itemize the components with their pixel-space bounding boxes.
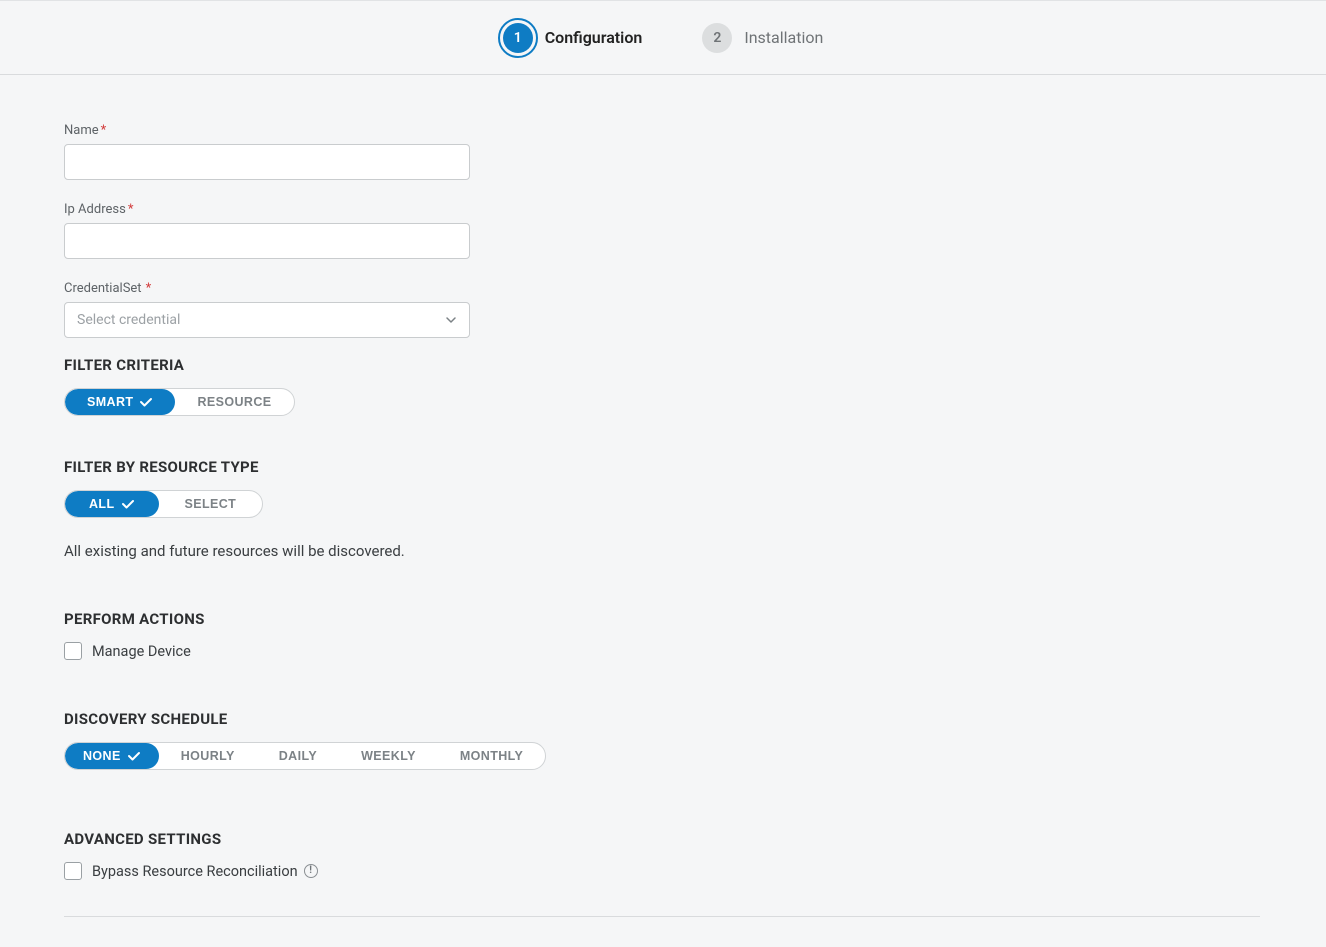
step-2-circle: 2 [702, 23, 732, 53]
manage-device-label: Manage Device [92, 643, 191, 660]
filter-criteria-smart[interactable]: SMART [65, 389, 175, 415]
step-1-circle: 1 [503, 23, 533, 53]
advanced-settings-heading: ADVANCED SETTINGS [64, 830, 1260, 848]
discovery-schedule-toggle: NONE HOURLY DAILY WEEKLY MONTHLY [64, 742, 546, 770]
wizard-stepper: 1 Configuration 2 Installation [0, 1, 1326, 75]
filter-criteria-resource[interactable]: RESOURCE [175, 389, 293, 415]
step-installation[interactable]: 2 Installation [702, 23, 823, 53]
step-1-label: Configuration [545, 28, 643, 47]
filter-resource-type-toggle: ALL SELECT [64, 490, 263, 518]
chevron-down-icon [445, 314, 457, 326]
check-icon [139, 395, 153, 409]
step-2-label: Installation [744, 28, 823, 47]
filter-criteria-toggle: SMART RESOURCE [64, 388, 295, 416]
check-icon [121, 497, 135, 511]
filter-resource-type-all[interactable]: ALL [65, 491, 159, 517]
discovery-schedule-heading: DISCOVERY SCHEDULE [64, 710, 1260, 728]
credentialset-placeholder: Select credential [77, 312, 180, 328]
discovery-schedule-daily[interactable]: DAILY [257, 743, 339, 769]
filter-criteria-heading: FILTER CRITERIA [64, 356, 1260, 374]
perform-actions-heading: PERFORM ACTIONS [64, 610, 1260, 628]
name-label: Name* [64, 123, 1260, 138]
manage-device-checkbox[interactable] [64, 642, 82, 660]
filter-resource-type-hint: All existing and future resources will b… [64, 542, 1260, 560]
ip-address-label: Ip Address* [64, 202, 1260, 217]
bypass-reconciliation-label: Bypass Resource Reconciliation ! [92, 863, 318, 880]
credentialset-label: CredentialSet* [64, 281, 1260, 296]
discovery-schedule-hourly[interactable]: HOURLY [159, 743, 257, 769]
filter-resource-type-select[interactable]: SELECT [159, 491, 263, 517]
name-input[interactable] [64, 144, 470, 180]
bypass-reconciliation-checkbox[interactable] [64, 862, 82, 880]
credentialset-select[interactable]: Select credential [64, 302, 470, 338]
filter-resource-type-heading: FILTER BY RESOURCE TYPE [64, 458, 1260, 476]
ip-address-input[interactable] [64, 223, 470, 259]
step-configuration[interactable]: 1 Configuration [503, 23, 643, 53]
discovery-schedule-monthly[interactable]: MONTHLY [438, 743, 545, 769]
check-icon [127, 749, 141, 763]
info-icon[interactable]: ! [304, 864, 318, 878]
discovery-schedule-weekly[interactable]: WEEKLY [339, 743, 438, 769]
discovery-schedule-none[interactable]: NONE [65, 743, 159, 769]
divider [64, 916, 1260, 917]
